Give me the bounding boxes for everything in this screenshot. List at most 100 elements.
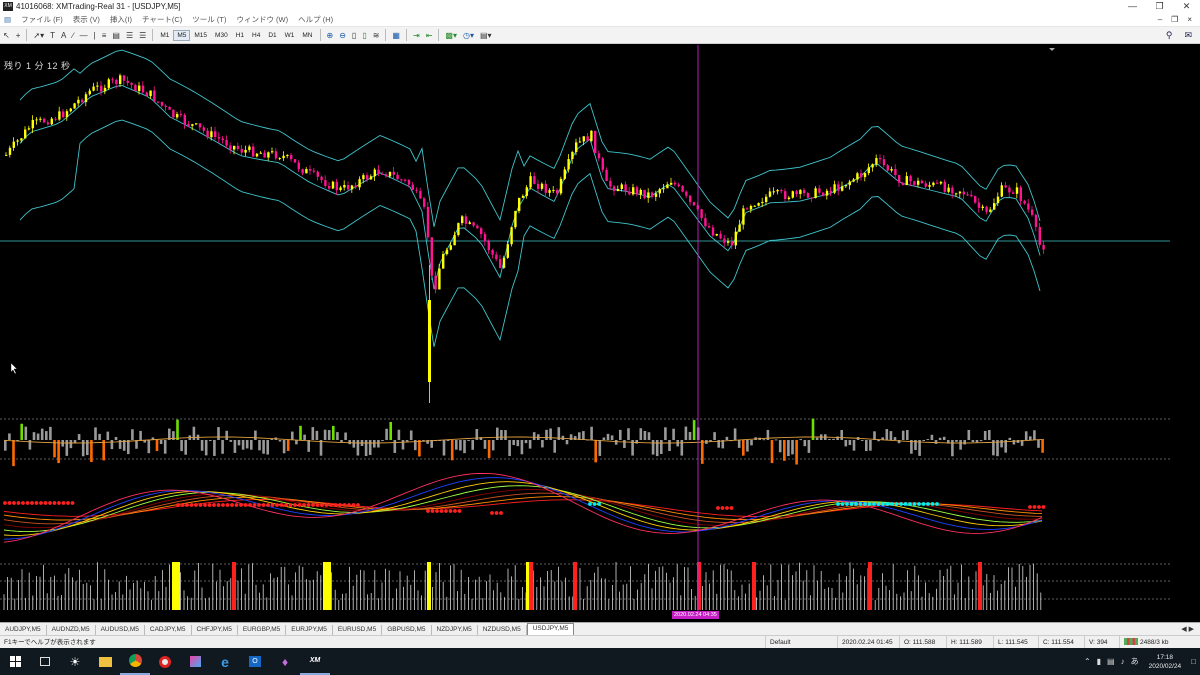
weather-button[interactable]: ☀ — [60, 648, 90, 675]
line-tools-icon[interactable]: ➚▾ — [30, 31, 47, 40]
text-label-icon[interactable]: T — [47, 31, 58, 40]
ime-indicator[interactable]: あ — [1131, 656, 1139, 667]
search-icon[interactable]: ⚲ — [1166, 30, 1173, 41]
tab-audusd[interactable]: AUDUSD,M5 — [96, 625, 145, 635]
templates-icon[interactable]: ▤▾ — [477, 31, 495, 40]
auto-scroll-icon[interactable]: ⇥ — [410, 31, 423, 40]
timeframe-w1[interactable]: W1 — [281, 30, 299, 41]
folder-icon — [98, 656, 112, 667]
candlestick-icon[interactable]: ▯ — [359, 31, 369, 40]
tab-eurgbp[interactable]: EURGBP,M5 — [238, 625, 287, 635]
task-view-button[interactable] — [30, 648, 60, 675]
indicators-icon[interactable]: ▩▾ — [442, 31, 460, 40]
horizontal-line-icon[interactable]: — — [77, 31, 91, 40]
menu-window[interactable]: ウィンドウ (W) — [232, 14, 294, 25]
histogram-bar — [323, 429, 327, 440]
histogram-bar — [1029, 436, 1032, 440]
zoom-in-icon[interactable]: ⊕ — [324, 31, 337, 40]
network-icon[interactable]: ▤ — [1107, 657, 1115, 666]
edge-button[interactable]: e — [210, 648, 240, 675]
line-chart-icon[interactable]: ≋ — [370, 31, 383, 40]
chat-icon[interactable]: ✉ — [1184, 30, 1192, 41]
windows-start-button[interactable] — [0, 648, 30, 675]
tab-scroll-arrows[interactable]: ◀ ▶ — [1181, 625, 1194, 633]
menu-file[interactable]: ファイル (F) — [17, 14, 69, 25]
app-red-button[interactable] — [150, 648, 180, 675]
candle-body — [1031, 209, 1034, 215]
bar-chart-icon[interactable]: ▯ — [349, 31, 359, 40]
chevron-up-icon[interactable]: ⌃ — [1084, 657, 1091, 666]
timeframe-m1[interactable]: M1 — [156, 30, 173, 41]
histogram-bar — [86, 440, 89, 456]
chrome-button[interactable] — [120, 648, 150, 675]
gann-icon[interactable]: ☰ — [123, 31, 136, 40]
tab-cadjpy[interactable]: CADJPY,M5 — [145, 625, 192, 635]
timeframe-mn[interactable]: MN — [298, 30, 316, 41]
tab-audjpy[interactable]: AUDJPY,M5 — [0, 625, 47, 635]
fibonacci-icon[interactable]: ▤ — [109, 31, 123, 40]
tab-usdjpy[interactable]: USDJPY,M5 — [526, 623, 575, 635]
timeframe-h1[interactable]: H1 — [232, 30, 248, 41]
tab-eurjpy[interactable]: EURJPY,M5 — [286, 625, 333, 635]
channel-icon[interactable]: ≡ — [99, 31, 110, 40]
periods-icon[interactable]: ◷▾ — [460, 31, 477, 40]
notification-icon[interactable]: □ — [1191, 657, 1196, 666]
timeframe-d1[interactable]: D1 — [264, 30, 280, 41]
volume-icon[interactable]: ♪ — [1121, 657, 1125, 666]
minimize-button[interactable]: — — [1119, 1, 1146, 12]
tab-chfjpy[interactable]: CHFJPY,M5 — [192, 625, 238, 635]
tile-windows-icon[interactable]: ▦ — [389, 31, 403, 40]
histogram-bar — [49, 426, 52, 440]
close-button[interactable]: ✕ — [1173, 1, 1200, 12]
tab-eurusd[interactable]: EURUSD,M5 — [333, 625, 383, 635]
battery-icon[interactable]: ▮ — [1097, 657, 1101, 666]
andrews-icon[interactable]: ☰ — [136, 31, 149, 40]
xm-terminal-button[interactable]: XM — [300, 648, 330, 675]
menu-tools[interactable]: ツール (T) — [188, 14, 232, 25]
mdi-close-button[interactable]: × — [1187, 15, 1192, 24]
candle-body — [803, 190, 806, 194]
status-help-text: F1キーでヘルプが表示されます — [4, 638, 96, 646]
candle-body — [274, 151, 278, 159]
menu-help[interactable]: ヘルプ (H) — [294, 14, 339, 25]
histogram-bar — [65, 440, 69, 456]
menu-charts[interactable]: チャート(C) — [138, 14, 188, 25]
clock-time: 17:18 — [1156, 653, 1174, 661]
text-icon[interactable]: A — [58, 31, 69, 40]
signal-dot — [890, 502, 894, 506]
file-explorer-button[interactable] — [90, 648, 120, 675]
chart-canvas[interactable] — [0, 45, 1200, 622]
menu-insert[interactable]: 挿入(I) — [106, 14, 138, 25]
mdi-minimize-button[interactable]: – — [1158, 15, 1162, 24]
restore-button[interactable]: ❐ — [1146, 1, 1173, 12]
paint-app-button[interactable] — [180, 648, 210, 675]
histogram-bar — [877, 440, 880, 442]
vertical-line-icon[interactable]: | — [91, 31, 99, 40]
candle-body — [407, 180, 411, 185]
chart-shift-icon[interactable]: ⇤ — [423, 31, 436, 40]
status-traffic: 2488/3 kb — [1140, 638, 1169, 646]
timeframe-m5[interactable]: M5 — [173, 29, 191, 41]
timeframe-m30[interactable]: M30 — [211, 30, 232, 41]
tab-nzdusd[interactable]: NZDUSD,M5 — [478, 625, 527, 635]
mdi-restore-button[interactable]: ❐ — [1171, 15, 1178, 24]
tab-audnzd[interactable]: AUDNZD,M5 — [47, 625, 96, 635]
tab-gbpusd[interactable]: GBPUSD,M5 — [382, 625, 432, 635]
signal-dot — [908, 502, 912, 506]
clock[interactable]: 17:18 2020/02/24 — [1149, 653, 1182, 671]
candle-body — [122, 75, 126, 81]
menu-icon[interactable]: ▤ — [0, 15, 17, 24]
candle-body — [810, 197, 813, 199]
timeframe-h4[interactable]: H4 — [248, 30, 264, 41]
timeframe-m15[interactable]: M15 — [190, 30, 211, 41]
cursor-icon[interactable]: ↖ — [0, 31, 13, 40]
histogram-bar — [504, 430, 507, 440]
app-gem-button[interactable]: ♦ — [270, 648, 300, 675]
zoom-out-icon[interactable]: ⊖ — [336, 31, 349, 40]
trendline-icon[interactable]: ∕ — [69, 31, 76, 40]
chart-window[interactable]: 残り 1 分 12 秒 2020.02.24 04:35 — [0, 45, 1200, 622]
menu-view[interactable]: 表示 (V) — [69, 14, 106, 25]
outlook-button[interactable]: O — [240, 648, 270, 675]
tab-nzdjpy[interactable]: NZDJPY,M5 — [432, 625, 478, 635]
crosshair-icon[interactable]: + — [13, 31, 24, 40]
